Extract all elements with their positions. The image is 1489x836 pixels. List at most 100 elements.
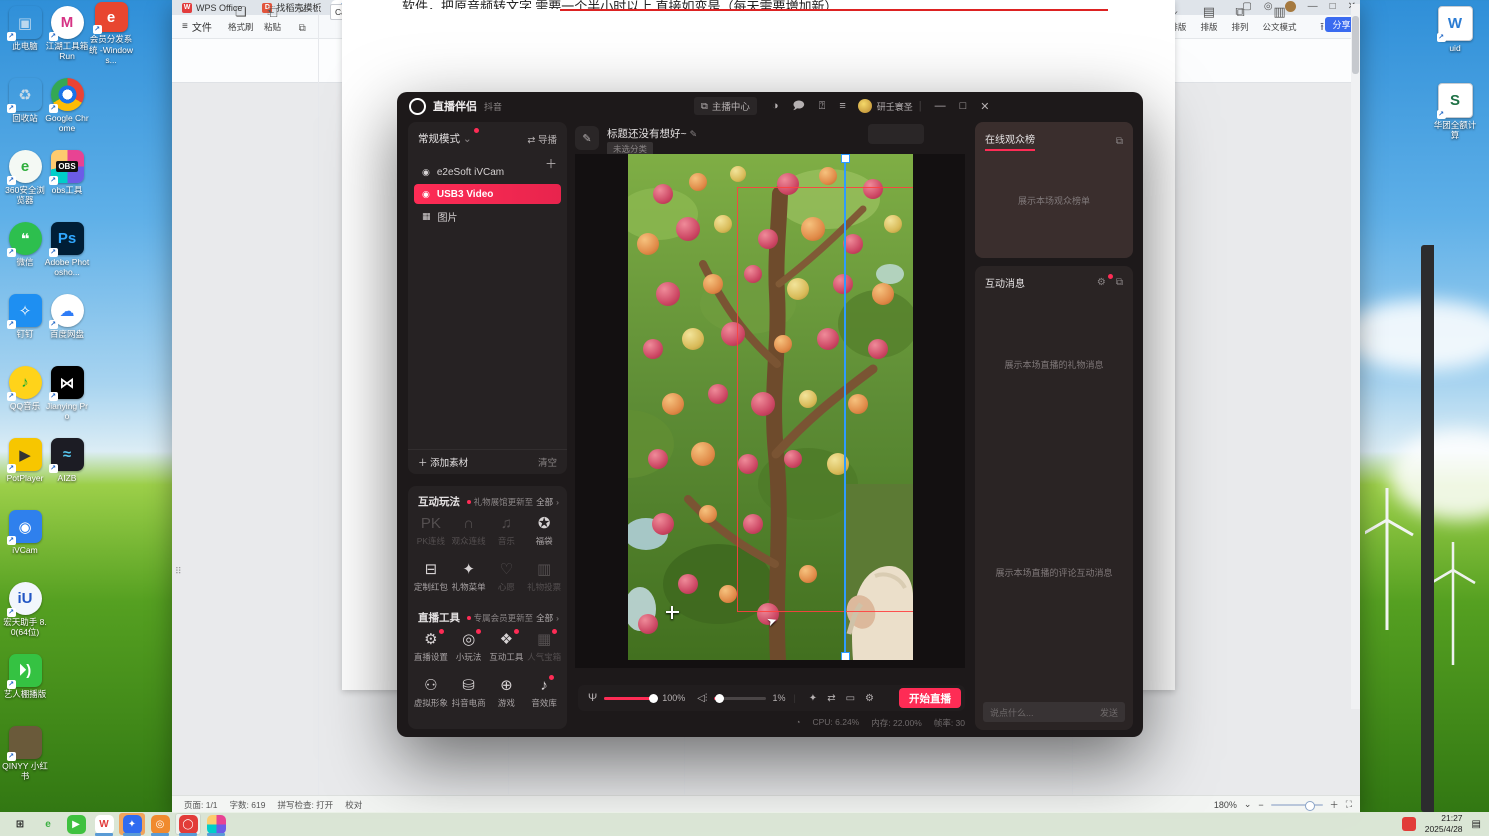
taskbar-live-companion[interactable]: ✦ bbox=[119, 813, 145, 836]
icon-potplayer[interactable]: ▶PotPlayer bbox=[2, 438, 48, 501]
icon-baidu-netdisk[interactable]: ☁百度网盘 bbox=[44, 294, 90, 357]
tool-mini-play[interactable]: ◎ 小玩法 bbox=[450, 624, 488, 670]
popout-icon[interactable]: ⧉ bbox=[1116, 136, 1123, 147]
taskbar-recorder-app[interactable]: ◯ bbox=[175, 813, 201, 836]
source-image[interactable]: ▦ 图片 bbox=[414, 206, 561, 226]
preview-canvas[interactable]: ➤ bbox=[575, 154, 965, 668]
source-usb3-video[interactable]: ◉ USB3 Video bbox=[414, 184, 561, 204]
speaker-volume-slider[interactable] bbox=[714, 693, 767, 703]
tool-gift-vote[interactable]: ▥ 礼物投票 bbox=[525, 554, 563, 600]
tool-games[interactable]: ⊕ 游戏 bbox=[488, 670, 526, 716]
clock[interactable]: 21:27 2025/4/28 bbox=[1425, 813, 1463, 834]
live-close-button[interactable]: ✕ bbox=[973, 100, 996, 113]
icon-recycle-bin[interactable]: ♻回收站 bbox=[2, 78, 48, 141]
tool-lucky-bag[interactable]: ✪ 福袋 bbox=[525, 508, 563, 554]
edit-pencil-icon[interactable]: ✎ bbox=[690, 129, 698, 139]
cloud-upload-icon[interactable]: ⭱ bbox=[1320, 18, 1324, 37]
taskbar-obs-tool[interactable] bbox=[203, 813, 229, 836]
official-doc-mode-button[interactable]: ▥ 公文模式 bbox=[1262, 4, 1296, 33]
format-painter-button[interactable]: ❏ 格式刷 bbox=[228, 4, 254, 33]
source-ivcam[interactable]: ◉ e2eSoft iVCam bbox=[414, 162, 561, 182]
messages-settings-icon[interactable]: ⚙ bbox=[1097, 274, 1113, 288]
taskbar-green-app[interactable]: ▶ bbox=[63, 813, 89, 835]
tool-audience-link[interactable]: ∩ 观众连线 bbox=[450, 508, 488, 554]
tool-music[interactable]: ♫ 音乐 bbox=[488, 508, 526, 554]
chat-input[interactable]: 说点什么... 发送 bbox=[983, 702, 1125, 722]
mode-select[interactable]: 常规模式 ⌄ bbox=[418, 128, 479, 146]
icon-member-distribution[interactable]: e会员分发系统 -Windows... bbox=[88, 2, 134, 65]
spellcheck-status[interactable]: 拼写检查: 打开 bbox=[277, 799, 333, 811]
icon-obs-tool[interactable]: OBSobs工具 bbox=[44, 150, 90, 213]
tool-virtual-avatar[interactable]: ⚇ 虚拟形象 bbox=[412, 670, 450, 716]
tool-douyin-ecommerce[interactable]: ⛁ 抖音电商 bbox=[450, 670, 488, 716]
icon-chrome[interactable]: Google Chrome bbox=[44, 78, 90, 141]
zoom-slider[interactable] bbox=[1270, 800, 1323, 811]
speaker-slider-knob[interactable] bbox=[715, 693, 725, 703]
paste-button[interactable]: ⎗ 粘贴 bbox=[264, 4, 281, 33]
popout-icon[interactable]: ⧉ bbox=[1116, 277, 1123, 288]
arrange-button[interactable]: ⧉ 排列 bbox=[1231, 4, 1248, 33]
file-menu-button[interactable]: ≡ 文件 bbox=[172, 19, 222, 34]
zoom-out-button[interactable]: − bbox=[1258, 800, 1263, 810]
icon-jianghu-toolbox[interactable]: M江湖工具箱 Run bbox=[44, 6, 90, 69]
director-button[interactable]: ⇄ 导播 bbox=[527, 132, 557, 146]
tool-pk-link[interactable]: PK PK连线 bbox=[412, 508, 450, 554]
icon-360-browser[interactable]: e360安全浏览器 bbox=[2, 150, 48, 213]
camera-icon[interactable]: ▭ bbox=[846, 693, 855, 704]
microphone-icon[interactable]: Ψ bbox=[588, 692, 597, 704]
word-count[interactable]: 字数: 619 bbox=[230, 799, 266, 811]
cut-copy-icons[interactable]: ✂ ⧉ bbox=[298, 6, 306, 34]
icon-jianying[interactable]: ⋈Jianying Pro bbox=[44, 366, 90, 429]
window-minimize-button[interactable]: — bbox=[1308, 1, 1318, 12]
fit-page-button[interactable]: ⛶ bbox=[1346, 799, 1352, 810]
edit-title-icon[interactable]: ✎ bbox=[575, 126, 599, 150]
tray-sogou-input-icon[interactable] bbox=[1401, 817, 1416, 831]
start-live-button[interactable]: 开始直播 bbox=[899, 688, 961, 708]
mic-volume-slider[interactable] bbox=[604, 693, 659, 703]
zoom-in-button[interactable]: ＋ bbox=[1330, 798, 1339, 811]
send-button[interactable]: 发送 bbox=[1100, 706, 1118, 719]
mic-slider-knob[interactable] bbox=[649, 693, 659, 703]
camera-video-frame[interactable]: ➤ bbox=[628, 154, 913, 660]
beauty-icon[interactable]: ✦ bbox=[809, 693, 817, 704]
tool-wish[interactable]: ♡ 心愿 bbox=[488, 554, 526, 600]
proofread-button[interactable]: 校对 bbox=[345, 799, 362, 811]
icon-green-broadcast[interactable]: ⏵)艺人棚播版 bbox=[2, 654, 48, 717]
chevron-down-icon[interactable]: ⌄ bbox=[1244, 799, 1252, 810]
layout-button[interactable]: ▤ 排版 bbox=[1200, 4, 1217, 33]
icon-photoshop[interactable]: PsAdobe Photosho... bbox=[44, 222, 90, 285]
tool-red-packet[interactable]: ⊟ 定制红包 bbox=[412, 554, 450, 600]
icon-qinyy-note[interactable]: QINYY 小红书 bbox=[2, 726, 48, 789]
zoom-slider-knob[interactable] bbox=[1304, 800, 1315, 811]
icon-hongtian-assistant[interactable]: iU宏天助手 8.0(64位) bbox=[2, 582, 48, 645]
speaker-icon[interactable]: ◁⫶ bbox=[697, 693, 707, 704]
tool-sound-library[interactable]: ♪ 音效库 bbox=[525, 670, 563, 716]
taskbar-360-browser[interactable]: e bbox=[35, 813, 61, 835]
tool-popularity-chest[interactable]: ▦ 人气宝箱 bbox=[525, 624, 563, 670]
icon-excel-sheet[interactable]: S华团全额计算 bbox=[1432, 83, 1478, 146]
start-button[interactable]: ⊞ bbox=[7, 813, 33, 835]
stream-title[interactable]: 标题还没有想好~ ✎ bbox=[607, 126, 697, 141]
icon-aizb[interactable]: ≈AIZB bbox=[44, 438, 90, 501]
selection-handle[interactable] bbox=[841, 154, 850, 163]
icon-qq-music[interactable]: ♪QQ音乐 bbox=[2, 366, 48, 429]
icon-dingtalk[interactable]: ✧钉钉 bbox=[2, 294, 48, 357]
tool-interact-tools[interactable]: ❖ 互动工具 bbox=[488, 624, 526, 670]
icon-ivcam[interactable]: ◉iVCam bbox=[2, 510, 48, 573]
taskbar-wps[interactable]: W bbox=[91, 813, 117, 836]
blue-layer-divider[interactable] bbox=[844, 154, 846, 660]
selection-handle[interactable] bbox=[841, 652, 850, 660]
settings-gear-icon[interactable]: ⚙ bbox=[865, 693, 874, 704]
icon-this-pc[interactable]: ▣此电脑 bbox=[2, 6, 48, 69]
window-maximize-button[interactable]: □ bbox=[1330, 1, 1336, 12]
clear-button[interactable]: 清空 bbox=[538, 455, 557, 469]
zoom-level[interactable]: 180% bbox=[1214, 800, 1237, 810]
flip-camera-icon[interactable]: ⇄ bbox=[827, 693, 835, 704]
add-material-button[interactable]: ＋ 添加素材 bbox=[418, 455, 468, 469]
vertical-scrollbar[interactable] bbox=[1351, 4, 1360, 709]
drag-handle-icon[interactable]: ⠿ bbox=[175, 566, 183, 577]
taskbar-camera-app[interactable]: ◎ bbox=[147, 813, 173, 836]
action-center-icon[interactable]: ▤ bbox=[1472, 819, 1481, 830]
icon-wechat[interactable]: ❝微信 bbox=[2, 222, 48, 285]
tool-live-settings[interactable]: ⚙ 直播设置 bbox=[412, 624, 450, 670]
